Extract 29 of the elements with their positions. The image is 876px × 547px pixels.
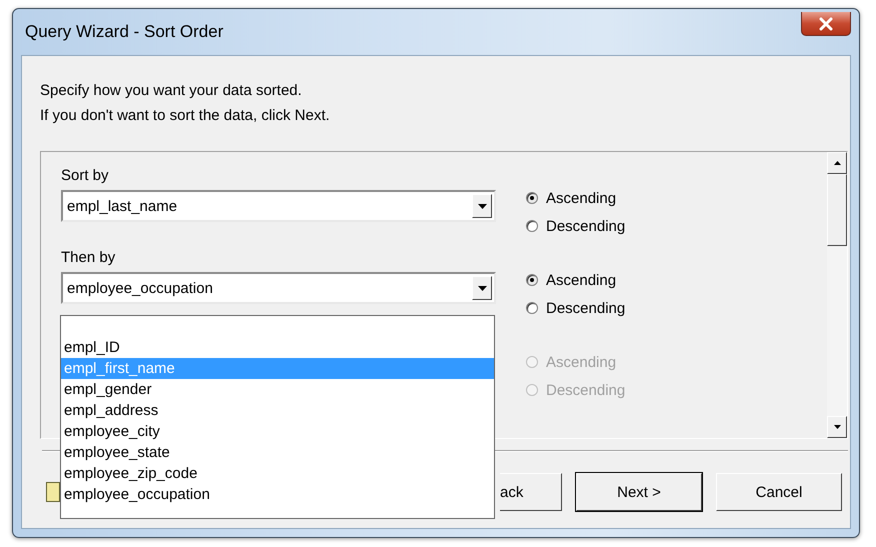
field-label: Sort by: [61, 166, 110, 186]
dropdown-arrow-icon: [478, 286, 486, 290]
radio-button[interactable]: Descending: [526, 296, 626, 320]
instruction-text: If you don't want to sort the data, click Next.: [40, 106, 331, 126]
scrollbar[interactable]: [827, 152, 847, 438]
dropdown-arrow-icon: [478, 204, 486, 208]
close-button[interactable]: [801, 12, 851, 36]
close-icon: [818, 16, 834, 30]
list-item[interactable]: empl_gender: [61, 379, 494, 400]
window-title: Query Wizard - Sort Order: [24, 22, 224, 42]
wizard-button[interactable]: ack: [500, 473, 562, 511]
radio-button[interactable]: Ascending: [526, 186, 616, 210]
field-label: Then by: [61, 248, 116, 268]
radio-button[interactable]: Ascending: [526, 268, 616, 292]
radio-button[interactable]: Descending: [526, 214, 626, 238]
combo-box[interactable]: employee_occupation: [61, 272, 496, 304]
list-item[interactable]: employee_occupation: [61, 484, 494, 505]
instruction-text: Specify how you want your data sorted.: [40, 81, 303, 101]
list-item[interactable]: employee_city: [61, 421, 494, 442]
list-item[interactable]: empl_address: [61, 400, 494, 421]
scroll-down-icon: [834, 425, 840, 429]
list-item[interactable]: empl_ID: [61, 337, 494, 358]
list-item[interactable]: employee_zip_code: [61, 463, 494, 484]
list-item[interactable]: employee_state: [61, 442, 494, 463]
combo-box[interactable]: empl_last_name: [61, 190, 496, 222]
scroll-up-icon: [834, 161, 840, 165]
wizard-button[interactable]: Next >: [576, 473, 702, 511]
dropdown-list[interactable]: empl_ID empl_first_name empl_gender empl_address employee_city employee_state employee_zip_code employee_occupation: [60, 315, 495, 519]
wizard-button[interactable]: Cancel: [716, 473, 842, 511]
